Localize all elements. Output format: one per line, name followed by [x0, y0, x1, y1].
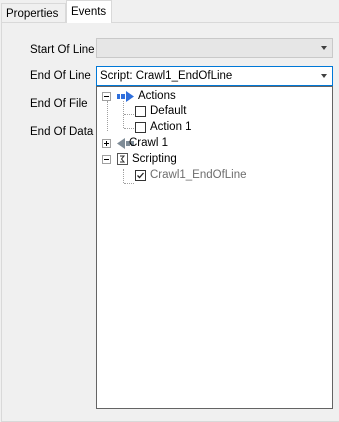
collapse-toggle-icon[interactable]	[102, 155, 111, 164]
tree-item-label: Action 1	[150, 121, 192, 133]
chevron-down-icon[interactable]	[321, 74, 327, 78]
checkmark-icon	[137, 172, 144, 179]
end-of-file-label: End Of File	[30, 98, 88, 110]
start-of-line-combobox[interactable]	[96, 38, 333, 58]
tree-node-label: Scripting	[132, 153, 177, 165]
tab-strip: Properties Events	[0, 0, 339, 23]
tree-item-label: Default	[150, 105, 187, 117]
end-of-line-value: Script: Crawl1_EndOfLine	[100, 70, 233, 82]
checkbox[interactable]	[135, 106, 146, 117]
checkbox-checked[interactable]	[135, 170, 146, 181]
tab-events[interactable]: Events	[66, 0, 112, 23]
end-of-line-combobox[interactable]: Script: Crawl1_EndOfLine	[96, 66, 333, 86]
tree-connector	[107, 101, 108, 131]
chevron-down-icon[interactable]	[321, 46, 327, 50]
start-of-line-label: Start Of Line	[30, 44, 95, 56]
tree-connector	[124, 114, 134, 115]
checkbox[interactable]	[135, 122, 146, 133]
tree-node-label: Actions	[138, 90, 176, 102]
event-dropdown-tree[interactable]: Actions Default Action 1 Crawl 1 Scripti…	[96, 86, 333, 409]
blue-arrow-icon	[117, 91, 134, 102]
script-icon	[117, 153, 128, 165]
expand-toggle-icon[interactable]	[102, 139, 111, 148]
end-of-line-label: End Of Line	[30, 70, 91, 82]
tree-node-label: Crawl 1	[129, 137, 168, 149]
end-of-data-label: End Of Data	[30, 126, 94, 138]
tree-connector	[124, 183, 134, 184]
collapse-toggle-icon[interactable]	[102, 92, 111, 101]
tree-item-label: Crawl1_EndOfLine	[150, 169, 247, 181]
tree-connector	[123, 169, 124, 183]
tab-properties[interactable]: Properties	[1, 3, 66, 23]
tree-connector	[124, 128, 134, 129]
